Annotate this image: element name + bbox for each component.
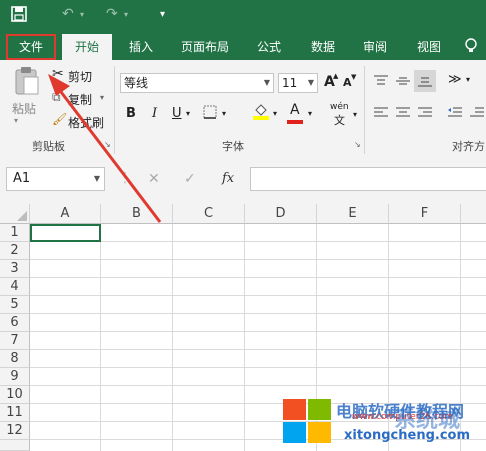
windows-logo-icon [283, 399, 331, 446]
watermark-url-secondary: xitongcheng.com [344, 428, 471, 443]
annotation-arrow [48, 74, 162, 223]
